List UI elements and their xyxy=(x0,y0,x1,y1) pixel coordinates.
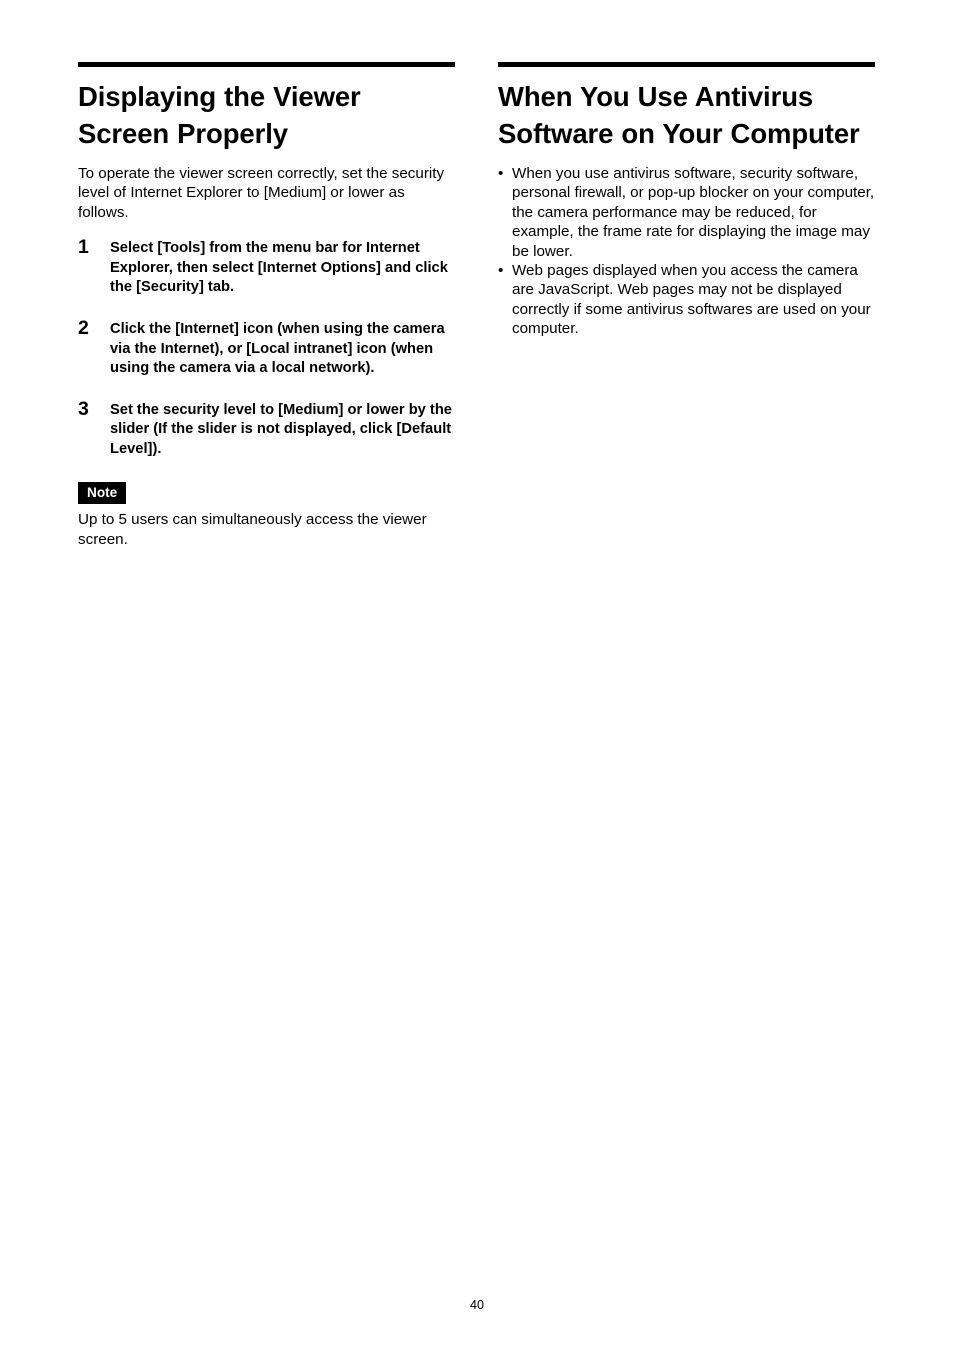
step-item: 3 Set the security level to [Medium] or … xyxy=(78,397,455,460)
bullet-dot-icon: • xyxy=(498,165,504,182)
two-column-layout: Displaying the Viewer Screen Properly To… xyxy=(78,62,876,549)
bullet-item: • When you use antivirus software, secur… xyxy=(498,164,875,261)
step-text: Select [Tools] from the menu bar for Int… xyxy=(110,240,448,296)
numbered-steps-list: 1 Select [Tools] from the menu bar for I… xyxy=(78,237,455,459)
right-column: When You Use Antivirus Software on Your … xyxy=(498,62,875,339)
note-block: Note Up to 5 users can simultaneously ac… xyxy=(78,481,455,549)
page-number: 40 xyxy=(469,1298,484,1312)
left-intro-paragraph: To operate the viewer screen correctly, … xyxy=(78,165,445,221)
step-item: 2 Click the [Internet] icon (when using … xyxy=(78,318,455,379)
left-section-heading: Displaying the Viewer Screen Properly xyxy=(78,81,361,149)
note-badge: Note xyxy=(78,481,127,505)
note-text: Up to 5 users can simultaneously access … xyxy=(78,511,427,548)
left-column: Displaying the Viewer Screen Properly To… xyxy=(78,62,455,549)
step-item: 1 Select [Tools] from the menu bar for I… xyxy=(78,237,455,298)
bullet-text: When you use antivirus software, securit… xyxy=(512,165,875,260)
antivirus-bullet-list: • When you use antivirus software, secur… xyxy=(498,164,875,339)
right-section-rule xyxy=(498,62,875,67)
step-number: 3 xyxy=(78,397,89,420)
bullet-text: Web pages displayed when you access the … xyxy=(512,262,871,338)
bullet-dot-icon: • xyxy=(498,262,504,280)
step-number: 1 xyxy=(78,236,89,259)
step-text: Set the security level to [Medium] or lo… xyxy=(110,401,452,457)
right-section-heading: When You Use Antivirus Software on Your … xyxy=(498,81,860,149)
document-page: Displaying the Viewer Screen Properly To… xyxy=(0,0,954,1350)
bullet-item: • Web pages displayed when you access th… xyxy=(498,261,875,339)
step-number: 2 xyxy=(78,317,89,339)
step-text: Click the [Internet] icon (when using th… xyxy=(110,321,445,377)
left-section-rule xyxy=(78,62,455,67)
